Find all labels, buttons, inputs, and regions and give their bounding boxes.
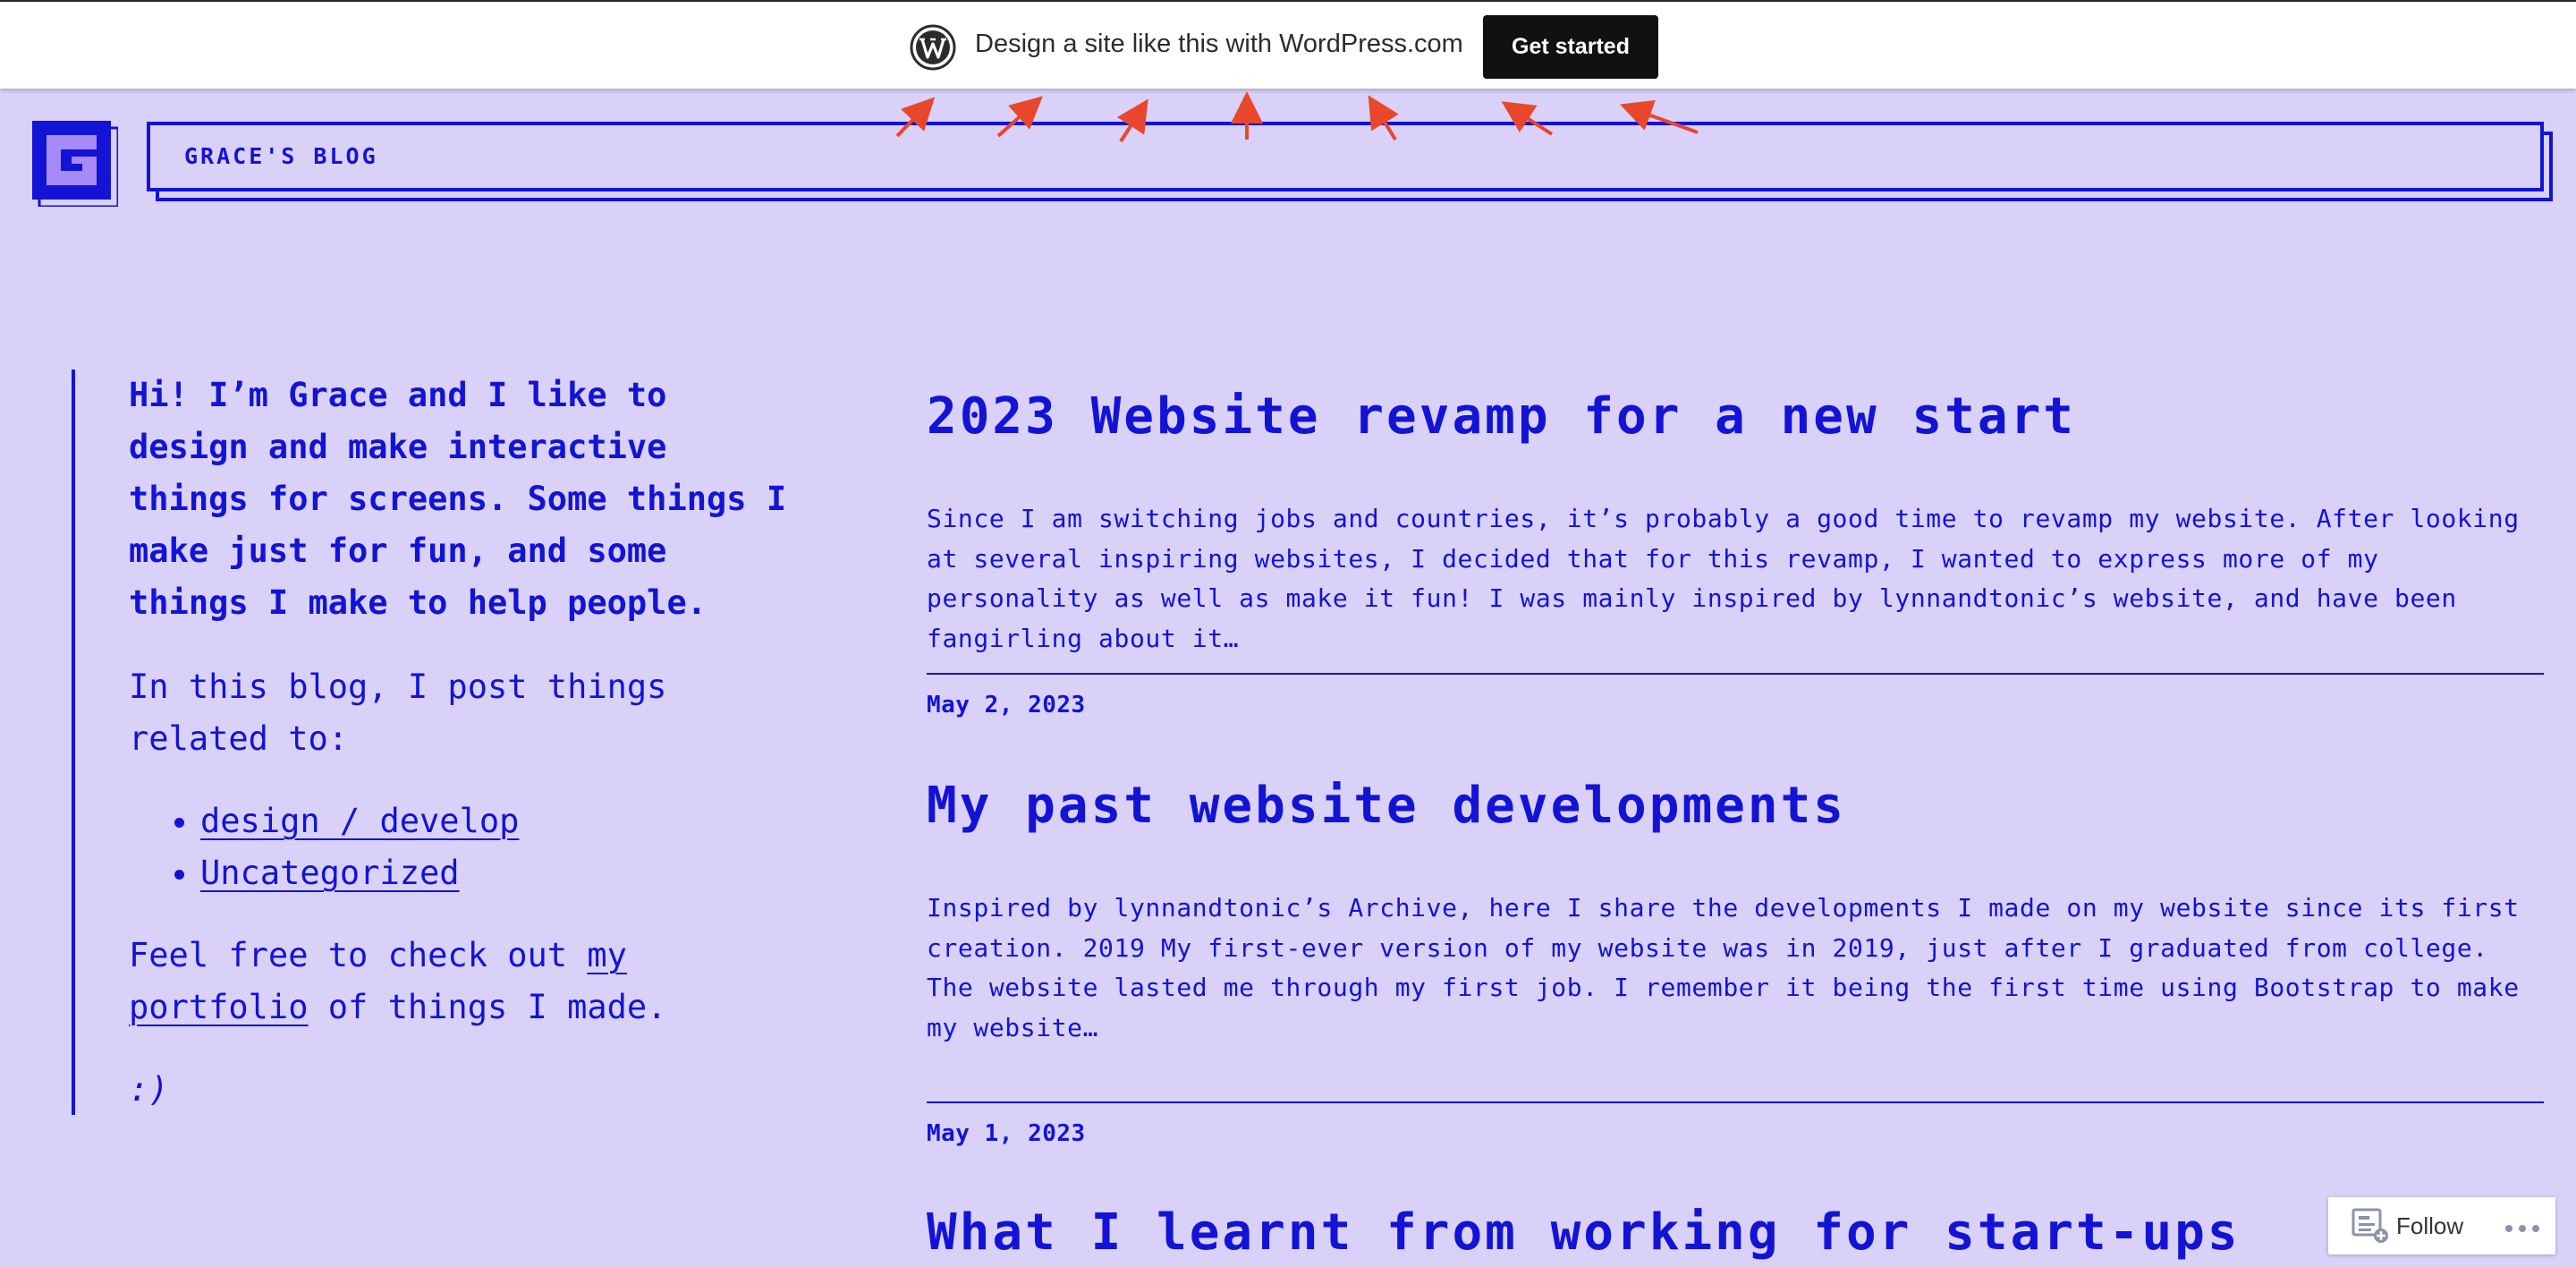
portfolio-suffix: of things I made. — [308, 988, 667, 1026]
follow-button[interactable]: Follow — [2396, 1212, 2463, 1240]
wordpress-promo-text[interactable]: Design a site like this with WordPress.c… — [975, 30, 1463, 59]
wordpress-banner: Design a site like this with WordPress.c… — [0, 0, 2576, 89]
site-logo[interactable] — [32, 121, 118, 207]
get-started-button[interactable]: Get started — [1483, 15, 1658, 79]
author-intro: Hi! I’m Grace and I like to design and m… — [129, 376, 787, 622]
more-options-icon[interactable] — [2504, 1224, 2540, 1233]
portfolio-prefix: Feel free to check out — [129, 936, 588, 974]
post-divider — [927, 673, 2544, 675]
post-date[interactable]: May 2, 2023 — [927, 692, 1086, 719]
sidebar: Hi! I’m Grace and I like to design and m… — [72, 370, 787, 1115]
post-divider — [927, 1101, 2544, 1103]
follow-reader-icon[interactable] — [2351, 1208, 2389, 1244]
wordpress-logo-icon[interactable] — [910, 24, 956, 71]
portfolio-text: Feel free to check out my portfolio of t… — [129, 930, 791, 1033]
site-title-box[interactable]: GRACE'S BLOG — [147, 122, 2544, 191]
post-excerpt: Since I am switching jobs and countries,… — [927, 504, 2520, 653]
category-link-design-develop[interactable]: design / develop — [200, 802, 519, 840]
list-item: Uncategorized — [200, 847, 791, 899]
post-title[interactable]: My past website developments — [927, 777, 1846, 835]
smile-text: :) — [129, 1070, 169, 1109]
post-date[interactable]: May 1, 2023 — [927, 1120, 1086, 1147]
site-title[interactable]: GRACE'S BLOG — [184, 143, 378, 169]
category-link-uncategorized[interactable]: Uncategorized — [200, 854, 460, 892]
blog-intro: In this blog, I post things related to: — [129, 668, 667, 758]
post-excerpt: Inspired by lynnandtonic’s Archive, here… — [927, 893, 2520, 1042]
post-title[interactable]: 2023 Website revamp for a new start — [927, 387, 2076, 446]
post-title[interactable]: What I learnt from working for start-ups — [927, 1203, 2241, 1262]
list-item: design / develop — [200, 795, 791, 847]
follow-widget: Follow — [2328, 1197, 2555, 1254]
sidebar-content: Hi! I’m Grace and I like to design and m… — [129, 370, 791, 1116]
category-list: design / develop Uncategorized — [129, 795, 791, 899]
